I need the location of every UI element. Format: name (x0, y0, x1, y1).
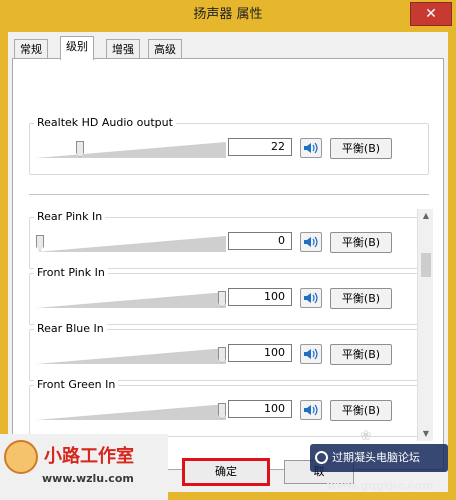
channel-label: Rear Blue In (34, 322, 107, 335)
scroll-up-icon[interactable]: ▲ (421, 211, 431, 221)
input-channel-list[interactable]: Rear Pink In 0 平衡(B) Front Pink In 100 平… (13, 209, 443, 441)
master-device-label: Realtek HD Audio output (34, 116, 176, 129)
tab-general[interactable]: 常规 (14, 39, 48, 59)
speaker-icon (304, 404, 318, 416)
section-divider (29, 194, 429, 195)
channel-volume-slider[interactable] (36, 403, 226, 420)
tab-enhancements[interactable]: 增强 (106, 39, 140, 59)
slider-thumb[interactable] (36, 235, 44, 251)
slider-track (36, 404, 226, 420)
balance-button[interactable]: 平衡(B) (330, 344, 392, 365)
tab-enhancements-label: 增强 (112, 43, 134, 56)
watermark-logo-text: 小路工作室 (44, 446, 134, 467)
scroll-down-icon[interactable]: ▼ (421, 429, 431, 439)
channel-volume-value[interactable]: 100 (228, 344, 292, 362)
watermark-forum-url: www.gqgtpc.com (326, 479, 434, 492)
channel-rear-pink-in: Rear Pink In 0 平衡(B) (29, 210, 429, 269)
levels-panel: Realtek HD Audio output 22 平衡(B) Rear Pi… (12, 58, 444, 470)
watermark-forum-text: 过期凝头电脑论坛 (332, 451, 420, 464)
scrollbar-thumb[interactable] (421, 253, 431, 277)
speaker-icon (304, 348, 318, 360)
speaker-icon (304, 142, 318, 154)
close-button[interactable]: ✕ (410, 2, 452, 26)
tab-advanced[interactable]: 高级 (148, 39, 182, 59)
tab-levels[interactable]: 级别 (60, 36, 94, 60)
balance-button[interactable]: 平衡(B) (330, 138, 392, 159)
balance-button[interactable]: 平衡(B) (330, 288, 392, 309)
speaker-icon (304, 236, 318, 248)
channel-volume-slider[interactable] (36, 291, 226, 308)
tab-levels-label: 级别 (66, 40, 88, 53)
channel-label: Rear Pink In (34, 210, 106, 223)
channel-list-scrollbar[interactable]: ▲ ▼ (417, 209, 433, 441)
speaker-mute-button[interactable] (300, 138, 322, 158)
watermark-logo-url: www.wzlu.com (42, 472, 134, 485)
watermark-forum-badge: 过期凝头电脑论坛 (310, 444, 448, 472)
slider-track (36, 236, 226, 252)
master-volume-slider[interactable] (36, 141, 226, 158)
speaker-icon (304, 292, 318, 304)
speaker-mute-button[interactable] (300, 400, 322, 420)
title-bar[interactable]: 扬声器 属性 ✕ (0, 0, 456, 32)
balance-button[interactable]: 平衡(B) (330, 232, 392, 253)
window-title: 扬声器 属性 (193, 7, 263, 22)
channel-volume-value[interactable]: 0 (228, 232, 292, 250)
properties-window: 扬声器 属性 ✕ 常规 级别 增强 高级 Realtek HD Audio ou… (0, 0, 456, 500)
paw-icon: ❀ (360, 428, 372, 444)
slider-track (36, 348, 226, 364)
channel-label: Front Green In (34, 378, 119, 391)
slider-track (36, 142, 226, 158)
tab-advanced-label: 高级 (154, 43, 176, 56)
speaker-mute-button[interactable] (300, 344, 322, 364)
slider-track (36, 292, 226, 308)
channel-volume-slider[interactable] (36, 347, 226, 364)
mascot-icon (4, 440, 38, 474)
channel-volume-value[interactable]: 100 (228, 288, 292, 306)
master-volume-group: Realtek HD Audio output 22 平衡(B) (29, 116, 429, 175)
channel-front-pink-in: Front Pink In 100 平衡(B) (29, 266, 429, 325)
ok-button[interactable]: 确定 (182, 458, 270, 486)
speaker-mute-button[interactable] (300, 232, 322, 252)
forum-logo-icon (315, 451, 328, 464)
dialog-client: 常规 级别 增强 高级 Realtek HD Audio output 22 平… (8, 32, 448, 492)
channel-label: Front Pink In (34, 266, 108, 279)
speaker-mute-button[interactable] (300, 288, 322, 308)
balance-button[interactable]: 平衡(B) (330, 400, 392, 421)
channel-volume-slider[interactable] (36, 235, 226, 252)
channel-rear-blue-in: Rear Blue In 100 平衡(B) (29, 322, 429, 381)
tab-general-label: 常规 (20, 43, 42, 56)
close-icon: ✕ (425, 6, 437, 22)
master-volume-value[interactable]: 22 (228, 138, 292, 156)
channel-volume-value[interactable]: 100 (228, 400, 292, 418)
watermark-logo: 小路工作室 www.wzlu.com (0, 434, 168, 500)
